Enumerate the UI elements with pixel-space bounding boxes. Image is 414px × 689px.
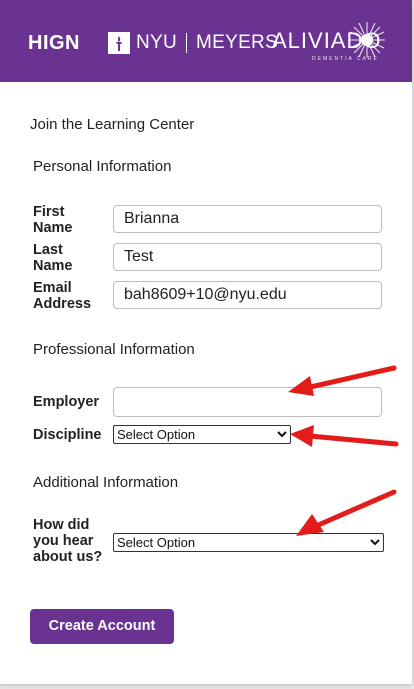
- first-name-label-line2: Name: [33, 220, 73, 236]
- email-field[interactable]: bah8609+10@nyu.edu: [113, 281, 382, 309]
- hear-about-label-line3: about us?: [33, 549, 103, 565]
- hear-about-select[interactable]: Select Option: [113, 533, 384, 552]
- first-name-field[interactable]: Brianna: [113, 205, 382, 233]
- signup-card: HIGN NYU MEYERS ALIVIADO DEMENTIA CARE J…: [0, 0, 412, 684]
- discipline-select-value: Select Option: [117, 427, 196, 442]
- last-name-field[interactable]: Test: [113, 243, 382, 271]
- last-name-label: Last Name: [33, 242, 73, 274]
- hign-logo: HIGN: [28, 32, 80, 55]
- hign-logo-text: HIGN: [28, 32, 80, 54]
- nyu-meyers-logo: NYU MEYERS: [108, 32, 278, 54]
- hear-about-label: How did you hear about us?: [33, 517, 102, 565]
- hear-about-label-line1: How did: [33, 517, 90, 533]
- discipline-label: Discipline: [33, 427, 102, 443]
- discipline-select[interactable]: Select Option: [113, 425, 291, 444]
- nyu-logo-text: NYU: [136, 32, 178, 53]
- last-name-label-line2: Name: [33, 258, 73, 274]
- employer-label: Employer: [33, 394, 100, 410]
- email-label: Email Address: [33, 280, 91, 312]
- header-banner: HIGN NYU MEYERS ALIVIADO DEMENTIA CARE: [0, 0, 412, 82]
- section-title-personal: Personal Information: [33, 158, 172, 175]
- logo-divider: [186, 33, 188, 53]
- page-title: Join the Learning Center: [30, 116, 195, 133]
- employer-field[interactable]: [113, 387, 382, 417]
- create-account-button[interactable]: Create Account: [30, 609, 174, 644]
- chevron-down-icon: [370, 539, 380, 546]
- hear-about-label-line2: you hear: [33, 533, 94, 549]
- meyers-logo-text: MEYERS: [196, 32, 279, 53]
- chevron-down-icon: [277, 431, 287, 438]
- first-name-label-line1: First: [33, 204, 65, 220]
- first-name-label: First Name: [33, 204, 73, 236]
- page: HIGN NYU MEYERS ALIVIADO DEMENTIA CARE J…: [0, 0, 414, 689]
- email-label-line2: Address: [33, 296, 92, 312]
- annotation-arrow-discipline: [290, 425, 399, 447]
- last-name-label-line1: Last: [33, 242, 63, 258]
- section-title-additional: Additional Information: [33, 474, 179, 491]
- email-label-line1: Email: [33, 280, 72, 296]
- hear-about-select-value: Select Option: [117, 535, 196, 550]
- starburst-icon: [349, 22, 385, 58]
- section-title-professional: Professional Information: [33, 341, 195, 358]
- torch-icon: [108, 32, 130, 54]
